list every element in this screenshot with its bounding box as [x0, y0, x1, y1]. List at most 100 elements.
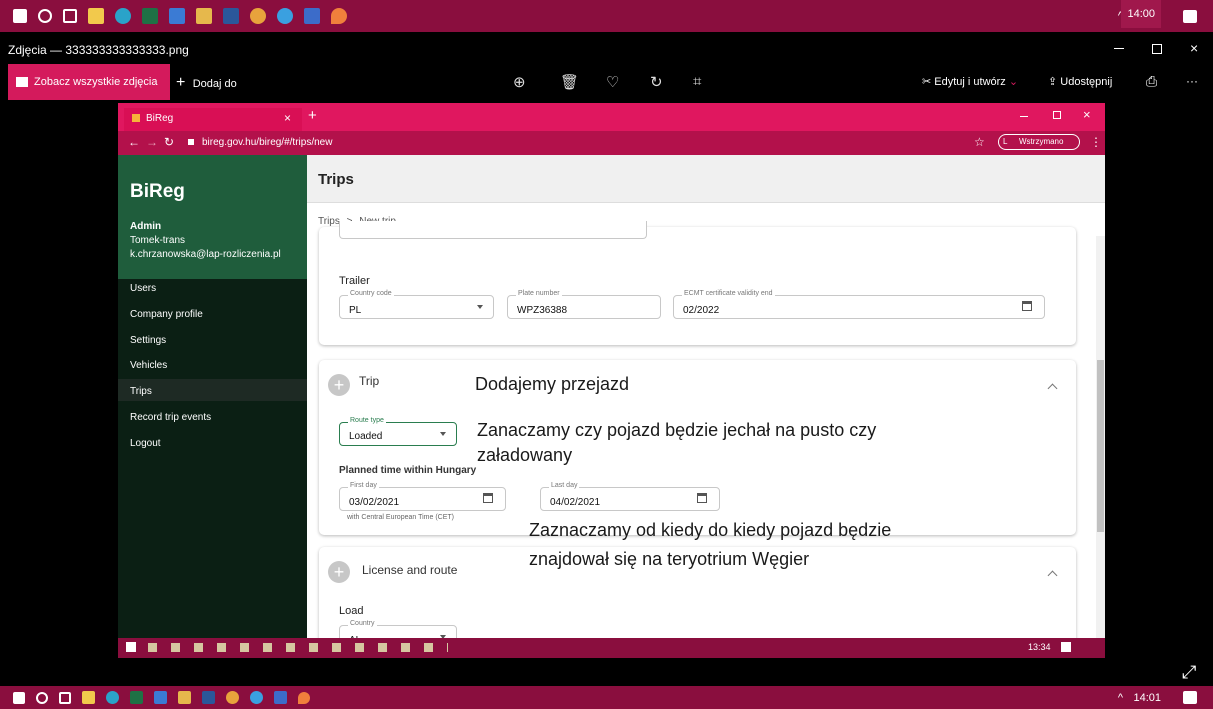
- droplet-icon[interactable]: [298, 691, 310, 704]
- store-icon[interactable]: [82, 691, 95, 704]
- sidebar-item-vehicles[interactable]: Vehicles: [130, 360, 167, 371]
- route-type-value: Loaded: [349, 431, 383, 442]
- scrollbar[interactable]: [1096, 236, 1105, 658]
- calendar-icon[interactable]: [483, 493, 493, 503]
- add-trip-icon[interactable]: +: [328, 374, 350, 396]
- lock-icon: [188, 139, 194, 145]
- word-icon[interactable]: [223, 8, 239, 24]
- photos-icon[interactable]: [274, 691, 287, 704]
- add-to-button[interactable]: + Dodaj do: [176, 74, 237, 92]
- file-explorer-icon[interactable]: [196, 8, 212, 24]
- notification-icon[interactable]: [1183, 691, 1197, 704]
- chrome-icon[interactable]: [226, 691, 239, 704]
- calendar-icon[interactable]: [154, 691, 167, 704]
- edge-icon[interactable]: [115, 8, 131, 24]
- heart-icon[interactable]: ♡: [606, 73, 619, 91]
- new-tab-icon[interactable]: +: [308, 107, 317, 124]
- browser-close-icon[interactable]: ×: [1083, 107, 1091, 122]
- trailer-plate-input[interactable]: Plate number WPZ36388: [507, 290, 661, 319]
- trailer-plate-value: WPZ36388: [517, 305, 568, 316]
- collapse-icon[interactable]: [1047, 383, 1058, 394]
- app-icon[interactable]: [277, 8, 293, 24]
- crop-icon[interactable]: ⌗: [693, 73, 701, 90]
- reload-icon[interactable]: ↻: [164, 135, 174, 149]
- photos-icon[interactable]: [304, 8, 320, 24]
- profile-chip[interactable]: L Wstrzymano: [998, 134, 1080, 150]
- brand-logo[interactable]: BiReg: [130, 181, 185, 203]
- tab-close-icon[interactable]: ×: [284, 111, 291, 125]
- trailer-country-select[interactable]: Country code PL: [339, 290, 494, 319]
- sidebar-item-settings[interactable]: Settings: [130, 335, 166, 346]
- breadcrumb-trips[interactable]: Trips: [318, 216, 340, 227]
- droplet-icon[interactable]: [331, 8, 347, 24]
- notification-icon[interactable]: [1183, 9, 1197, 23]
- vehicle-card: Trailer Country code PL Plate number WPZ…: [319, 221, 1076, 345]
- search-icon[interactable]: [36, 691, 48, 704]
- url-field[interactable]: bireg.gov.hu/bireg/#/trips/new: [202, 137, 332, 148]
- see-all-photos-button[interactable]: Zobacz wszystkie zdjęcia: [8, 64, 170, 100]
- bookmark-star-icon[interactable]: ☆: [974, 135, 985, 149]
- taskbar-clock[interactable]: 14:01: [1133, 692, 1161, 704]
- task-view-icon[interactable]: [59, 691, 71, 704]
- store-icon[interactable]: [88, 8, 104, 24]
- trip-heading: Trip: [359, 374, 380, 388]
- word-icon[interactable]: [202, 691, 215, 704]
- route-type-select[interactable]: Route type Loaded: [339, 417, 457, 446]
- fullscreen-icon[interactable]: ⤢: [1182, 662, 1196, 683]
- annotation-route-type-1: Zanaczamy czy pojazd będzie jechał na pu…: [477, 420, 877, 440]
- calendar-icon[interactable]: [697, 493, 707, 503]
- file-explorer-icon[interactable]: [178, 691, 191, 704]
- taskbar-clock[interactable]: 14:00: [1121, 0, 1161, 28]
- forward-icon[interactable]: →: [146, 135, 158, 149]
- photos-title-bar: Zdjęcia — 333333333333333.png ×: [0, 36, 1213, 62]
- back-icon[interactable]: ←: [128, 135, 140, 149]
- annotation-add-trip: Dodajemy przejazd: [475, 374, 630, 394]
- browser-menu-icon[interactable]: ⋮: [1090, 135, 1102, 149]
- last-day-input[interactable]: Last day 04/02/2021: [540, 482, 720, 511]
- collapse-icon[interactable]: [1047, 570, 1058, 581]
- sidebar-item-users[interactable]: Users: [130, 283, 156, 294]
- browser-restore-icon[interactable]: [1053, 111, 1061, 119]
- inner-clock: 13:34: [1028, 642, 1051, 652]
- rotate-icon[interactable]: ↻: [650, 73, 663, 91]
- browser-tab[interactable]: BiReg ×: [124, 108, 302, 131]
- ecmt-date-input[interactable]: ECMT certificate validity end 02/2022: [673, 290, 1045, 319]
- last-day-label: Last day: [549, 482, 580, 489]
- share-button[interactable]: ⇪ Udostępnij: [1048, 75, 1112, 88]
- close-icon[interactable]: ×: [1190, 40, 1198, 56]
- more-button[interactable]: ···: [1186, 74, 1198, 88]
- edit-create-button[interactable]: ✂ Edytuj i utwórz ⌄: [922, 75, 1018, 88]
- excel-icon[interactable]: [142, 8, 158, 24]
- minimize-icon[interactable]: [1114, 48, 1124, 49]
- browser-tab-strip: BiReg × + ×: [118, 103, 1105, 131]
- app-icon[interactable]: [250, 691, 263, 704]
- add-license-icon[interactable]: +: [328, 561, 350, 583]
- sidebar-item-trips[interactable]: Trips: [130, 386, 152, 397]
- calendar-icon[interactable]: [1022, 301, 1032, 311]
- zoom-in-icon[interactable]: ⊕: [513, 73, 526, 91]
- browser-minimize-icon[interactable]: [1020, 116, 1028, 117]
- windows-start-icon[interactable]: [13, 691, 25, 704]
- edge-icon[interactable]: [106, 691, 119, 704]
- first-day-input[interactable]: First day 03/02/2021: [339, 482, 506, 511]
- print-icon[interactable]: ⎙: [1146, 73, 1157, 90]
- sidebar-item-record-trip-events[interactable]: Record trip events: [130, 412, 211, 423]
- ecmt-label: ECMT certificate validity end: [682, 290, 775, 297]
- tray-arrow-icon[interactable]: ^: [1118, 692, 1123, 704]
- windows-start-icon[interactable]: [13, 9, 27, 23]
- truncated-field[interactable]: [339, 221, 647, 239]
- first-day-value: 03/02/2021: [349, 497, 400, 508]
- search-icon[interactable]: [38, 9, 52, 23]
- calendar-icon[interactable]: [169, 8, 185, 24]
- chrome-icon[interactable]: [250, 8, 266, 24]
- image-icon: [16, 77, 28, 87]
- task-view-icon[interactable]: [63, 9, 77, 23]
- trailer-heading: Trailer: [339, 275, 370, 287]
- sidebar-item-logout[interactable]: Logout: [130, 438, 161, 449]
- user-email: k.chrzanowska@lap-rozliczenia.pl: [130, 249, 281, 260]
- delete-icon[interactable]: 🗑: [560, 73, 579, 91]
- scrollbar-thumb[interactable]: [1097, 360, 1104, 532]
- restore-icon[interactable]: [1152, 44, 1162, 54]
- sidebar-item-company-profile[interactable]: Company profile: [130, 309, 203, 320]
- excel-icon[interactable]: [130, 691, 143, 704]
